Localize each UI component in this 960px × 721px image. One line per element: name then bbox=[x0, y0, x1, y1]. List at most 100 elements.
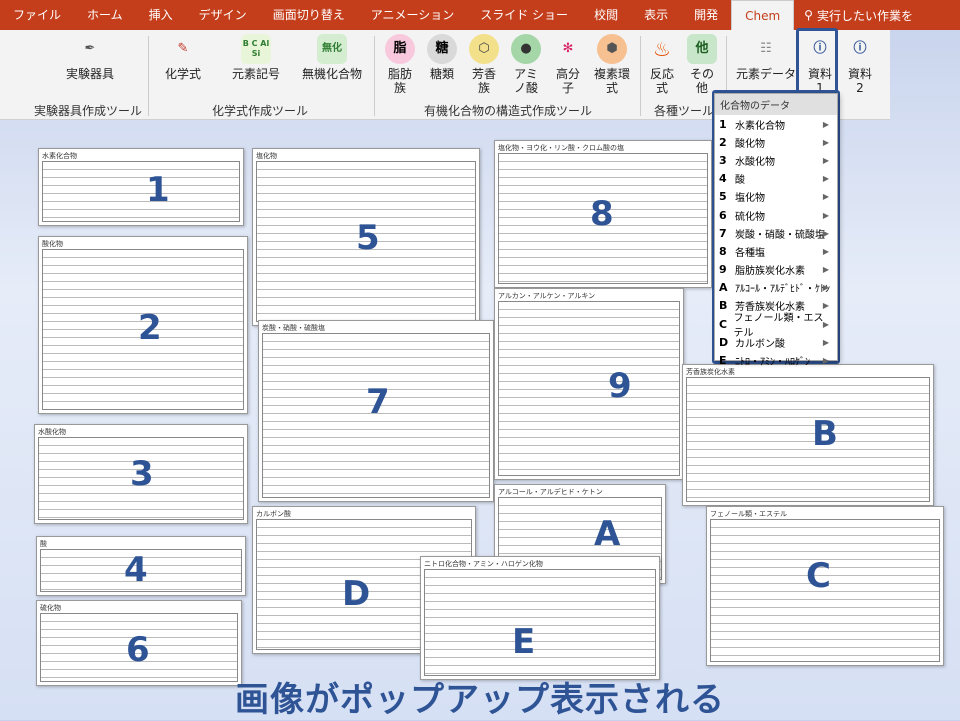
reference-button-highlight bbox=[796, 28, 838, 94]
sheet-index-label: 9 bbox=[608, 366, 632, 406]
tell-me-box[interactable]: ⚲ 実行したい作業を bbox=[804, 7, 913, 24]
menu-item[interactable]: 2 酸化物 ▶ bbox=[715, 133, 837, 151]
chevron-right-icon: ▶ bbox=[822, 337, 829, 347]
heterocycle-icon: ⬢ bbox=[597, 34, 627, 64]
inorganic-button[interactable]: 無化 無機化合物 bbox=[300, 34, 364, 81]
other-button[interactable]: 他 その他 bbox=[686, 34, 718, 95]
sheet-index-label: 3 bbox=[130, 454, 154, 494]
menu-title: 化合物のデータ bbox=[715, 94, 837, 115]
chevron-right-icon: ▶ bbox=[822, 265, 829, 275]
chevron-right-icon: ▶ bbox=[822, 228, 829, 238]
tab-design[interactable]: デザイン bbox=[186, 0, 260, 30]
menu-item-label: 酸 bbox=[735, 175, 745, 187]
element-data-button[interactable]: ☷ 元素データ bbox=[736, 34, 796, 82]
menu-item-label: 水酸化物 bbox=[735, 156, 775, 168]
chevron-right-icon: ▶ bbox=[822, 210, 829, 220]
sheet-index-label: E bbox=[512, 622, 536, 662]
lab-equipment-label: 実験器具 bbox=[65, 67, 114, 81]
element-symbol-button[interactable]: B C Al Si 元素記号 bbox=[228, 34, 284, 81]
table-lines bbox=[424, 569, 656, 676]
pen-icon: ✎ bbox=[177, 41, 189, 56]
sugar-icon: 糖 bbox=[427, 34, 457, 64]
sugar-label: 糖類 bbox=[429, 67, 454, 81]
sugar-button[interactable]: 糖 糖類 bbox=[426, 34, 458, 81]
amino-acid-button[interactable]: ● アミノ酸 bbox=[510, 34, 542, 95]
tab-slideshow[interactable]: スライド ショー bbox=[467, 0, 581, 30]
menu-item[interactable]: 5 塩化物 ▶ bbox=[715, 188, 837, 206]
tab-animations[interactable]: アニメーション bbox=[358, 0, 468, 30]
tab-chem[interactable]: Chem bbox=[731, 0, 795, 30]
formula-label: 化学式 bbox=[164, 67, 201, 81]
reaction-button[interactable]: ♨ 反応式 bbox=[646, 34, 678, 95]
group-formula-label: 化学式作成ツール bbox=[212, 104, 309, 118]
sheet-index-label: 8 bbox=[590, 194, 614, 234]
element-grid-icon: B C Al Si bbox=[241, 34, 271, 64]
menu-item-key: 3 bbox=[719, 153, 727, 167]
menu-item-key: 7 bbox=[719, 226, 727, 240]
tab-view[interactable]: 表示 bbox=[631, 0, 681, 30]
chevron-right-icon: ▶ bbox=[822, 174, 829, 184]
reference-2-button[interactable]: ⓘ 資料 2 bbox=[844, 34, 876, 96]
menu-item[interactable]: 4 酸 ▶ bbox=[715, 170, 837, 188]
polymer-button[interactable]: ✻ 高分子 bbox=[552, 34, 584, 96]
menu-item-label: 酸化物 bbox=[735, 138, 765, 150]
chevron-right-icon: ▶ bbox=[822, 283, 829, 293]
table-lines bbox=[498, 301, 680, 476]
menu-item[interactable]: C フェノール類・エステル ▶ bbox=[715, 313, 837, 339]
menu-item[interactable]: 3 水酸化物 ▶ bbox=[715, 151, 837, 169]
menu-item[interactable]: D カルボン酸 ▶ bbox=[715, 333, 837, 351]
data-sheet-thumbnail[interactable]: 芳香族炭化水素 bbox=[682, 364, 934, 506]
inorganic-label: 無機化合物 bbox=[301, 67, 362, 81]
menu-item-key: 4 bbox=[719, 172, 727, 186]
tab-file[interactable]: ファイル bbox=[0, 0, 74, 30]
menu-item[interactable]: 6 硫化物 ▶ bbox=[715, 206, 837, 224]
menu-item-key: 2 bbox=[719, 135, 727, 149]
other-icon: 他 bbox=[687, 34, 717, 64]
tab-transitions[interactable]: 画面切り替え bbox=[260, 0, 358, 30]
tab-home[interactable]: ホーム bbox=[74, 0, 136, 30]
menu-item-label: 炭酸・硝酸・硫酸塩 bbox=[735, 229, 825, 241]
chevron-right-icon: ▶ bbox=[822, 319, 829, 329]
tell-me-label: 実行したい作業を bbox=[816, 8, 913, 23]
formula-button[interactable]: ✎ 化学式 bbox=[160, 34, 206, 82]
sheet-index-label: 6 bbox=[126, 630, 150, 670]
other-label: その他 bbox=[689, 67, 714, 95]
sheet-index-label: 7 bbox=[366, 382, 390, 422]
tab-developer[interactable]: 開発 bbox=[681, 0, 731, 30]
menu-item-label: 塩化物 bbox=[735, 193, 765, 205]
element-symbol-label: 元素記号 bbox=[231, 67, 280, 81]
menu-item[interactable]: A ｱﾙｺｰﾙ・ｱﾙﾃﾞﾋﾄﾞ・ｹﾄﾝ ▶ bbox=[715, 279, 837, 297]
tab-insert[interactable]: 挿入 bbox=[136, 0, 186, 30]
menu-item[interactable]: 1 水素化合物 ▶ bbox=[715, 115, 837, 133]
chevron-right-icon: ▶ bbox=[822, 155, 829, 165]
menu-item-key: 5 bbox=[719, 190, 727, 204]
compound-data-dropdown: 化合物のデータ 1 水素化合物 ▶ 2 酸化物 ▶ 3 水酸化物 ▶ 4 酸 ▶ 5 塩化物 ▶ 6… bbox=[714, 93, 838, 368]
aromatic-button[interactable]: ⬡ 芳香族 bbox=[468, 34, 500, 95]
menu-item-key: 8 bbox=[719, 244, 727, 258]
data-sheet-thumbnail[interactable]: ニトロ化合物・アミン・ハロゲン化物 bbox=[420, 556, 660, 680]
menu-item-label: 水素化合物 bbox=[735, 120, 785, 132]
menu-item-label: カルボン酸 bbox=[735, 338, 785, 350]
aliphatic-button[interactable]: 脂 脂肪族 bbox=[384, 34, 416, 95]
sheet-index-label: A bbox=[594, 514, 621, 554]
menu-item-label: ｱﾙｺｰﾙ・ｱﾙﾃﾞﾋﾄﾞ・ｹﾄﾝ bbox=[735, 284, 830, 296]
data-sheet-thumbnail[interactable]: アルカン・アルケン・アルキン bbox=[494, 288, 684, 480]
lab-equipment-button[interactable]: ✒ 実験器具 bbox=[60, 34, 120, 82]
data-sheet-thumbnail[interactable]: 水素化合物 bbox=[38, 148, 244, 226]
menu-item[interactable]: 9 脂肪族炭化水素 ▶ bbox=[715, 261, 837, 279]
aliphatic-icon: 脂 bbox=[385, 34, 415, 64]
divider bbox=[148, 36, 149, 116]
menu-item-label: ﾆﾄﾛ・ｱﾐﾝ・ﾊﾛｹﾞﾝ bbox=[735, 357, 810, 369]
tab-review[interactable]: 校閲 bbox=[581, 0, 631, 30]
molecule-icon: ● bbox=[511, 34, 541, 64]
heterocycle-button[interactable]: ⬢ 複素環式 bbox=[590, 34, 634, 95]
menu-item-key: 6 bbox=[719, 208, 727, 222]
reaction-label: 反応式 bbox=[649, 67, 674, 95]
menu-item[interactable]: 8 各種塩 ▶ bbox=[715, 242, 837, 260]
menu-item[interactable]: E ﾆﾄﾛ・ｱﾐﾝ・ﾊﾛｹﾞﾝ ▶ bbox=[715, 351, 837, 369]
chevron-right-icon: ▶ bbox=[822, 356, 829, 366]
menu-item-key: 1 bbox=[719, 117, 727, 131]
sheet-index-label: 1 bbox=[146, 170, 170, 210]
benzene-ring-icon: ⬡ bbox=[469, 34, 499, 64]
menu-item[interactable]: 7 炭酸・硝酸・硫酸塩 ▶ bbox=[715, 224, 837, 242]
